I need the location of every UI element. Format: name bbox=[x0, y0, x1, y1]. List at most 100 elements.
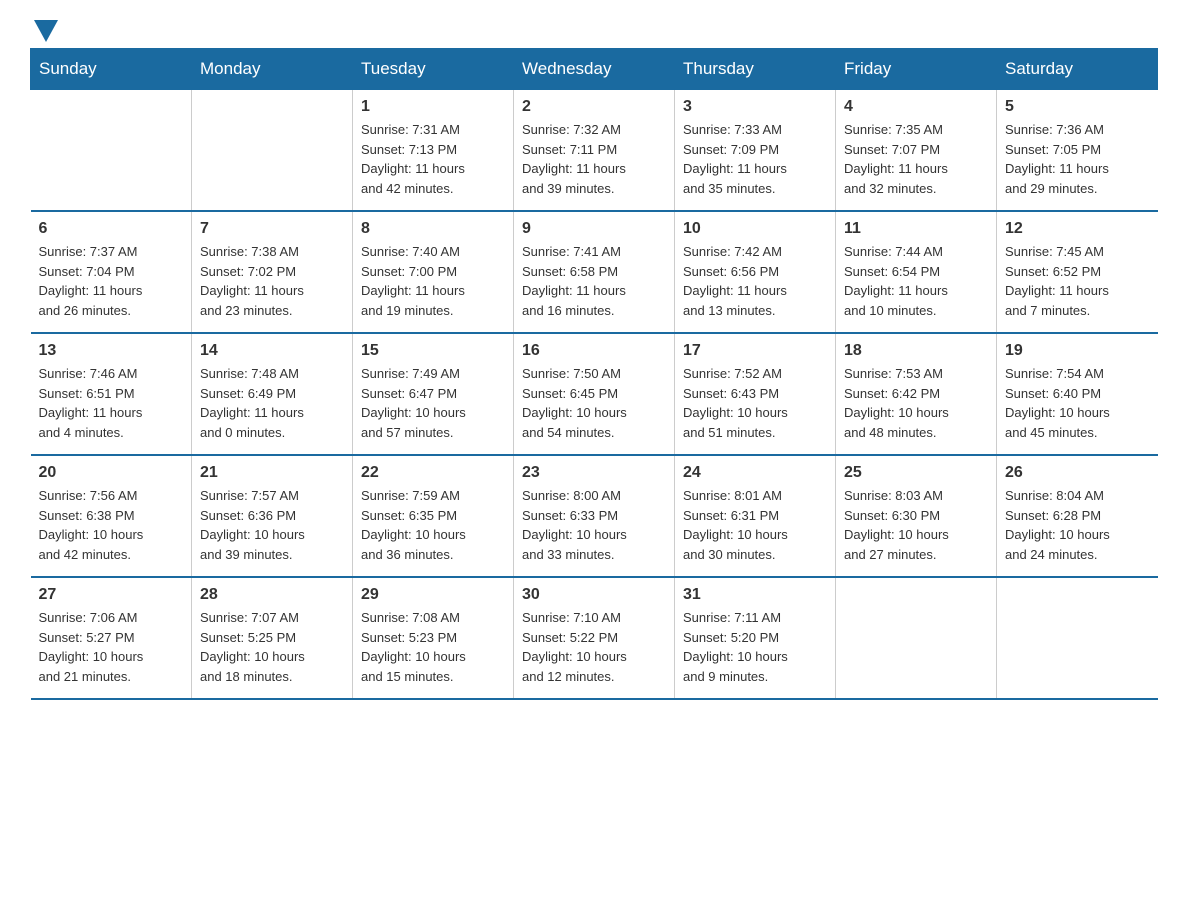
weekday-header-sunday: Sunday bbox=[31, 49, 192, 90]
calendar-cell: 30Sunrise: 7:10 AMSunset: 5:22 PMDayligh… bbox=[514, 577, 675, 699]
day-number: 31 bbox=[683, 586, 827, 604]
day-info: Sunrise: 8:00 AMSunset: 6:33 PMDaylight:… bbox=[522, 486, 666, 564]
calendar-cell: 29 Sunrise: 7:08 AMSunset: 5:23 PMDayligh… bbox=[353, 577, 514, 699]
day-number: 24 bbox=[683, 464, 827, 482]
day-number: 23 bbox=[522, 464, 666, 482]
day-info: Sunrise: 7:06 AMSunset: 5:27 PMDaylight:… bbox=[39, 608, 184, 686]
calendar-cell: 3 Sunrise: 7:33 AMSunset: 7:09 PMDaylight… bbox=[675, 90, 836, 212]
day-number: 28 bbox=[200, 586, 344, 604]
day-info: Sunrise: 8:04 AMSunset: 6:28 PMDaylight:… bbox=[1005, 486, 1150, 564]
day-number: 14 bbox=[200, 342, 344, 360]
day-number: 26 bbox=[1005, 464, 1150, 482]
calendar-cell bbox=[997, 577, 1158, 699]
calendar-cell: 21Sunrise: 7:57 AMSunset: 6:36 PMDayligh… bbox=[192, 455, 353, 577]
day-info: Sunrise: 7:07 AMSunset: 5:25 PMDaylight:… bbox=[200, 608, 344, 686]
calendar-cell: 18 Sunrise: 7:53 AMSunset: 6:42 PMDayligh… bbox=[836, 333, 997, 455]
calendar-cell: 25 Sunrise: 8:03 AMSunset: 6:30 PMDayligh… bbox=[836, 455, 997, 577]
calendar-cell: 14 Sunrise: 7:48 AMSunset: 6:49 PMDayligh… bbox=[192, 333, 353, 455]
day-info: Sunrise: 7:53 AMSunset: 6:42 PMDaylight:… bbox=[844, 364, 988, 442]
weekday-header-wednesday: Wednesday bbox=[514, 49, 675, 90]
calendar-week-3: 20 Sunrise: 7:56 AMSunset: 6:38 PMDayligh… bbox=[31, 455, 1158, 577]
calendar-cell: 17 Sunrise: 7:52 AMSunset: 6:43 PMDayligh… bbox=[675, 333, 836, 455]
day-number: 19 bbox=[1005, 342, 1150, 360]
day-number: 15 bbox=[361, 342, 505, 360]
day-number: 9 bbox=[522, 220, 666, 238]
day-info: Sunrise: 7:42 AMSunset: 6:56 PMDaylight:… bbox=[683, 242, 827, 320]
day-info: Sunrise: 7:56 AMSunset: 6:38 PMDaylight:… bbox=[39, 486, 184, 564]
weekday-header-monday: Monday bbox=[192, 49, 353, 90]
day-info: Sunrise: 7:52 AMSunset: 6:43 PMDaylight:… bbox=[683, 364, 827, 442]
calendar-week-1: 6 Sunrise: 7:37 AMSunset: 7:04 PMDaylight… bbox=[31, 211, 1158, 333]
calendar-cell: 10 Sunrise: 7:42 AMSunset: 6:56 PMDayligh… bbox=[675, 211, 836, 333]
day-info: Sunrise: 7:44 AMSunset: 6:54 PMDaylight:… bbox=[844, 242, 988, 320]
logo bbox=[30, 20, 62, 38]
day-info: Sunrise: 7:10 AMSunset: 5:22 PMDaylight:… bbox=[522, 608, 666, 686]
calendar-cell bbox=[836, 577, 997, 699]
calendar-cell: 31 Sunrise: 7:11 AMSunset: 5:20 PMDayligh… bbox=[675, 577, 836, 699]
calendar-week-0: 1 Sunrise: 7:31 AMSunset: 7:13 PMDaylight… bbox=[31, 90, 1158, 212]
day-number: 6 bbox=[39, 220, 184, 238]
calendar-table: SundayMondayTuesdayWednesdayThursdayFrid… bbox=[30, 48, 1158, 700]
calendar-cell bbox=[192, 90, 353, 212]
day-info: Sunrise: 7:40 AMSunset: 7:00 PMDaylight:… bbox=[361, 242, 505, 320]
day-number: 17 bbox=[683, 342, 827, 360]
day-info: Sunrise: 7:35 AMSunset: 7:07 PMDaylight:… bbox=[844, 120, 988, 198]
calendar-week-4: 27 Sunrise: 7:06 AMSunset: 5:27 PMDayligh… bbox=[31, 577, 1158, 699]
day-info: Sunrise: 8:03 AMSunset: 6:30 PMDaylight:… bbox=[844, 486, 988, 564]
day-number: 29 bbox=[361, 586, 505, 604]
calendar-cell: 19 Sunrise: 7:54 AMSunset: 6:40 PMDayligh… bbox=[997, 333, 1158, 455]
day-info: Sunrise: 7:45 AMSunset: 6:52 PMDaylight:… bbox=[1005, 242, 1150, 320]
page-header bbox=[30, 20, 1158, 38]
calendar-cell: 5Sunrise: 7:36 AMSunset: 7:05 PMDaylight… bbox=[997, 90, 1158, 212]
day-number: 25 bbox=[844, 464, 988, 482]
day-info: Sunrise: 7:49 AMSunset: 6:47 PMDaylight:… bbox=[361, 364, 505, 442]
day-number: 13 bbox=[39, 342, 184, 360]
calendar-cell: 11 Sunrise: 7:44 AMSunset: 6:54 PMDayligh… bbox=[836, 211, 997, 333]
weekday-header-friday: Friday bbox=[836, 49, 997, 90]
calendar-cell bbox=[31, 90, 192, 212]
day-number: 1 bbox=[361, 98, 505, 116]
calendar-cell: 26 Sunrise: 8:04 AMSunset: 6:28 PMDayligh… bbox=[997, 455, 1158, 577]
calendar-cell: 2Sunrise: 7:32 AMSunset: 7:11 PMDaylight… bbox=[514, 90, 675, 212]
day-number: 18 bbox=[844, 342, 988, 360]
day-info: Sunrise: 7:31 AMSunset: 7:13 PMDaylight:… bbox=[361, 120, 505, 198]
day-info: Sunrise: 7:32 AMSunset: 7:11 PMDaylight:… bbox=[522, 120, 666, 198]
weekday-header-saturday: Saturday bbox=[997, 49, 1158, 90]
day-number: 20 bbox=[39, 464, 184, 482]
day-number: 11 bbox=[844, 220, 988, 238]
day-info: Sunrise: 7:11 AMSunset: 5:20 PMDaylight:… bbox=[683, 608, 827, 686]
calendar-cell: 1 Sunrise: 7:31 AMSunset: 7:13 PMDaylight… bbox=[353, 90, 514, 212]
day-info: Sunrise: 7:38 AMSunset: 7:02 PMDaylight:… bbox=[200, 242, 344, 320]
day-number: 27 bbox=[39, 586, 184, 604]
calendar-cell: 7Sunrise: 7:38 AMSunset: 7:02 PMDaylight… bbox=[192, 211, 353, 333]
calendar-cell: 24 Sunrise: 8:01 AMSunset: 6:31 PMDayligh… bbox=[675, 455, 836, 577]
day-info: Sunrise: 7:48 AMSunset: 6:49 PMDaylight:… bbox=[200, 364, 344, 442]
calendar-cell: 12Sunrise: 7:45 AMSunset: 6:52 PMDayligh… bbox=[997, 211, 1158, 333]
day-info: Sunrise: 7:50 AMSunset: 6:45 PMDaylight:… bbox=[522, 364, 666, 442]
day-number: 10 bbox=[683, 220, 827, 238]
calendar-cell: 22Sunrise: 7:59 AMSunset: 6:35 PMDayligh… bbox=[353, 455, 514, 577]
day-number: 8 bbox=[361, 220, 505, 238]
calendar-cell: 16Sunrise: 7:50 AMSunset: 6:45 PMDayligh… bbox=[514, 333, 675, 455]
weekday-header-thursday: Thursday bbox=[675, 49, 836, 90]
weekday-header-tuesday: Tuesday bbox=[353, 49, 514, 90]
day-info: Sunrise: 7:57 AMSunset: 6:36 PMDaylight:… bbox=[200, 486, 344, 564]
day-info: Sunrise: 8:01 AMSunset: 6:31 PMDaylight:… bbox=[683, 486, 827, 564]
calendar-cell: 9Sunrise: 7:41 AMSunset: 6:58 PMDaylight… bbox=[514, 211, 675, 333]
calendar-cell: 20 Sunrise: 7:56 AMSunset: 6:38 PMDayligh… bbox=[31, 455, 192, 577]
logo-text bbox=[30, 20, 62, 42]
calendar-header-row: SundayMondayTuesdayWednesdayThursdayFrid… bbox=[31, 49, 1158, 90]
day-info: Sunrise: 7:37 AMSunset: 7:04 PMDaylight:… bbox=[39, 242, 184, 320]
day-info: Sunrise: 7:08 AMSunset: 5:23 PMDaylight:… bbox=[361, 608, 505, 686]
day-number: 3 bbox=[683, 98, 827, 116]
day-number: 4 bbox=[844, 98, 988, 116]
calendar-cell: 13 Sunrise: 7:46 AMSunset: 6:51 PMDayligh… bbox=[31, 333, 192, 455]
calendar-week-2: 13 Sunrise: 7:46 AMSunset: 6:51 PMDayligh… bbox=[31, 333, 1158, 455]
calendar-cell: 27 Sunrise: 7:06 AMSunset: 5:27 PMDayligh… bbox=[31, 577, 192, 699]
calendar-cell: 28 Sunrise: 7:07 AMSunset: 5:25 PMDayligh… bbox=[192, 577, 353, 699]
day-info: Sunrise: 7:33 AMSunset: 7:09 PMDaylight:… bbox=[683, 120, 827, 198]
logo-triangle-icon bbox=[34, 20, 58, 42]
day-info: Sunrise: 7:36 AMSunset: 7:05 PMDaylight:… bbox=[1005, 120, 1150, 198]
day-info: Sunrise: 7:46 AMSunset: 6:51 PMDaylight:… bbox=[39, 364, 184, 442]
day-info: Sunrise: 7:54 AMSunset: 6:40 PMDaylight:… bbox=[1005, 364, 1150, 442]
